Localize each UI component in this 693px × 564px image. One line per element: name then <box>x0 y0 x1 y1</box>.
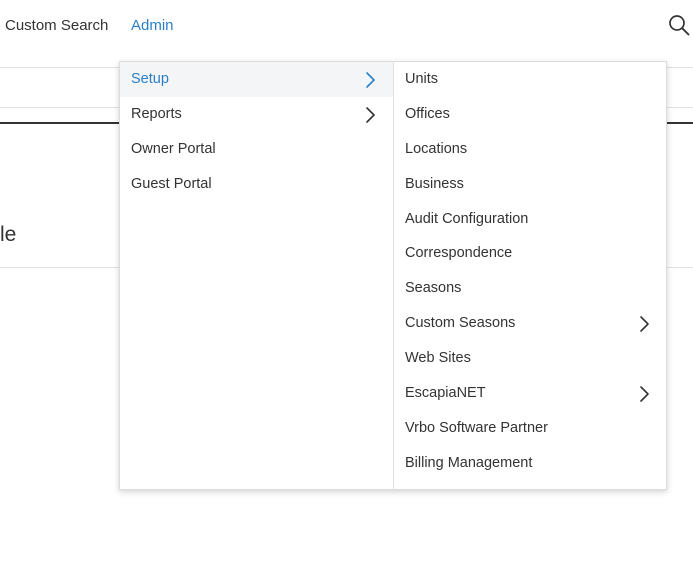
submenu-item-correspondence[interactable]: Correspondence <box>394 236 666 271</box>
menu-item-label: Owner Portal <box>131 141 216 157</box>
menu-item-label: Seasons <box>405 280 462 297</box>
submenu-item-custom-seasons[interactable]: Custom Seasons <box>394 306 666 341</box>
menu-item-label: Business <box>405 175 464 192</box>
submenu-item-business[interactable]: Business <box>394 167 666 202</box>
menu-item-label: Billing Management <box>405 454 533 471</box>
menu-item-setup[interactable]: Setup <box>120 62 393 97</box>
menu-item-label: Correspondence <box>405 245 513 262</box>
chevron-right-icon <box>366 72 375 88</box>
submenu-item-billing-management[interactable]: Billing Management <box>394 446 666 481</box>
menu-item-label: Vrbo Software Partner <box>405 419 548 436</box>
chevron-right-icon <box>366 107 375 123</box>
submenu-item-seasons[interactable]: Seasons <box>394 271 666 306</box>
submenu-item-offices[interactable]: Offices <box>394 97 666 132</box>
menu-item-label: Locations <box>405 140 468 157</box>
submenu-item-escapianet[interactable]: EscapiaNET <box>394 376 666 411</box>
menu-item-label: EscapiaNET <box>405 385 486 402</box>
admin-menu-primary-column: Setup Reports Owner Portal Guest Portal <box>120 62 394 489</box>
submenu-item-locations[interactable]: Locations <box>394 132 666 167</box>
menu-item-label: Web Sites <box>405 350 471 367</box>
menu-item-label: Guest Portal <box>131 176 212 192</box>
admin-dropdown-menu: Setup Reports Owner Portal Guest Portal … <box>119 61 667 490</box>
chevron-right-icon <box>640 386 649 402</box>
menu-item-label: Units <box>405 71 439 87</box>
nav-custom-search[interactable]: Custom Search <box>5 16 108 36</box>
menu-item-label: Setup <box>131 71 169 87</box>
submenu-item-audit-configuration[interactable]: Audit Configuration <box>394 202 666 237</box>
chevron-right-icon <box>640 316 649 333</box>
top-navigation: Custom Search Admin <box>0 0 693 68</box>
submenu-item-web-sites[interactable]: Web Sites <box>394 341 666 376</box>
menu-item-label: Audit Configuration <box>405 210 529 227</box>
search-icon[interactable] <box>668 14 690 36</box>
page-title: le <box>0 223 17 246</box>
submenu-item-vrbo-software-partner[interactable]: Vrbo Software Partner <box>394 411 666 446</box>
menu-item-owner-portal[interactable]: Owner Portal <box>120 132 393 167</box>
menu-item-reports[interactable]: Reports <box>120 97 393 132</box>
menu-item-label: Custom Seasons <box>405 315 516 332</box>
nav-admin[interactable]: Admin <box>131 16 174 36</box>
page: Custom Search Admin le Setup Reports Own… <box>0 0 693 564</box>
submenu-item-units[interactable]: Units <box>394 62 666 97</box>
setup-submenu-column: Units Offices Locations Business Audit C… <box>394 62 666 489</box>
menu-item-label: Offices <box>405 105 450 122</box>
menu-item-guest-portal[interactable]: Guest Portal <box>120 167 393 202</box>
menu-item-label: Reports <box>131 106 182 122</box>
